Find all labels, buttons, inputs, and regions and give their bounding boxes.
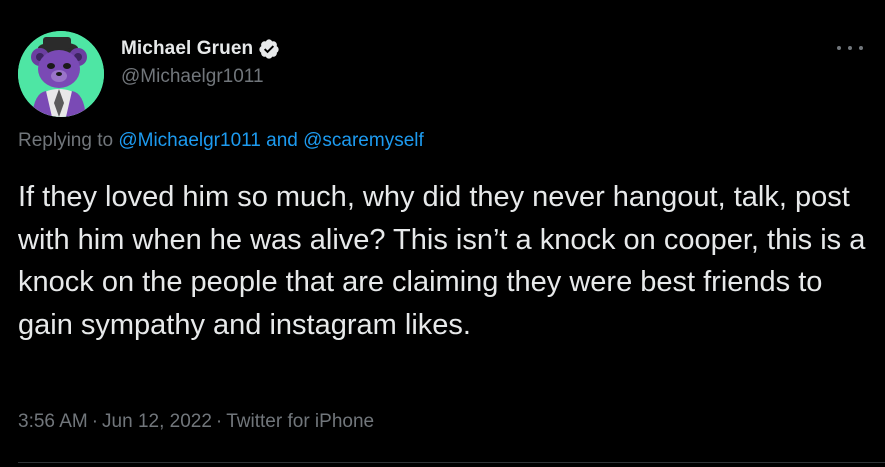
more-horizontal-icon	[848, 46, 852, 50]
mention-link-2[interactable]: @scaremyself	[303, 130, 424, 151]
mention-link-1[interactable]: @Michaelgr1011	[118, 130, 261, 151]
tweet-text: If they loved him so much, why did they …	[18, 181, 866, 341]
meta-separator: ·	[91, 411, 99, 432]
display-name[interactable]: Michael Gruen	[121, 38, 253, 60]
tweet-metadata: 3:56 AM · Jun 12, 2022 · Twitter for iPhone	[18, 411, 374, 433]
verified-badge-icon	[258, 38, 280, 60]
tweet-source[interactable]: Twitter for iPhone	[226, 411, 374, 432]
name-row: Michael Gruen	[121, 37, 280, 61]
mention-joiner: and	[266, 130, 298, 151]
author-block: Michael Gruen @Michaelgr1011	[121, 37, 280, 88]
user-handle[interactable]: @Michaelgr1011	[121, 66, 280, 88]
tweet-time[interactable]: 3:56 AM	[18, 411, 88, 432]
replying-to-label: Replying to	[18, 130, 114, 151]
more-horizontal-icon	[837, 46, 841, 50]
meta-separator: ·	[215, 411, 223, 432]
tweet-card: Michael Gruen @Michaelgr1011 Replying to…	[0, 0, 885, 467]
purple-bear-avatar-icon	[18, 31, 104, 117]
divider	[18, 462, 885, 463]
more-horizontal-icon	[859, 46, 863, 50]
replying-to-line: Replying to @Michaelgr1011 and @scaremys…	[18, 130, 424, 152]
tweet-date[interactable]: Jun 12, 2022	[102, 411, 212, 432]
more-options-button[interactable]	[837, 38, 863, 58]
avatar[interactable]	[18, 31, 104, 117]
